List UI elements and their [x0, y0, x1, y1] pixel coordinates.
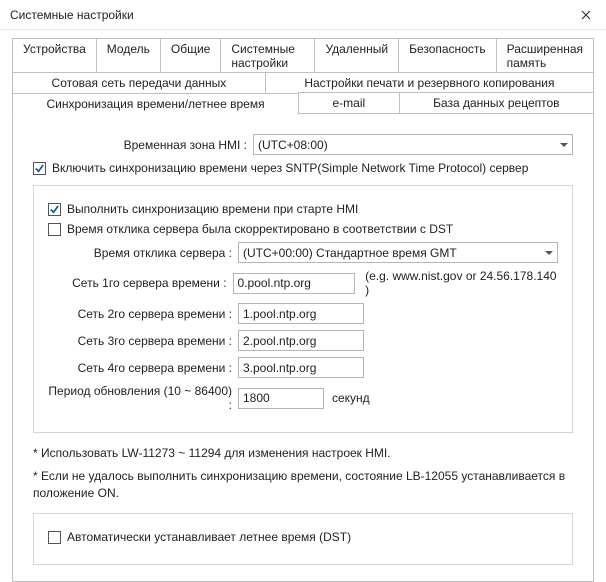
- tab-row-1: Устройства Модель Общие Системные настро…: [12, 38, 594, 73]
- tab-security[interactable]: Безопасность: [398, 38, 497, 73]
- tab-devices[interactable]: Устройства: [12, 38, 97, 73]
- tab-row-3: Синхронизация времени/летнее время e-mai…: [12, 92, 594, 114]
- close-icon: [581, 10, 591, 20]
- note-lw-range: * Использовать LW-11273 ~ 11294 для изме…: [33, 445, 573, 462]
- label-ts3: Сеть 3го сервера времени :: [48, 334, 238, 348]
- tab-time-sync[interactable]: Синхронизация времени/летнее время: [12, 93, 299, 115]
- input-ts3[interactable]: 2.pool.ntp.org: [238, 330, 364, 351]
- label-sync-on-start: Выполнить синхронизацию времени при стар…: [67, 202, 358, 216]
- tab-general[interactable]: Общие: [160, 38, 221, 73]
- row-auto-dst: Автоматически устанавливает летнее время…: [48, 530, 558, 544]
- select-resp-time[interactable]: (UTC+00:00) Стандартное время GMT: [238, 242, 558, 263]
- label-timezone: Временная зона HMI :: [33, 138, 253, 152]
- chevron-down-icon: [545, 251, 553, 255]
- checkbox-auto-dst[interactable]: [48, 531, 61, 544]
- hint-ts: (e.g. www.nist.gov or 24.56.178.140 ): [365, 269, 558, 297]
- checkbox-dst-corrected[interactable]: [48, 223, 61, 236]
- input-ts2[interactable]: 1.pool.ntp.org: [238, 303, 364, 324]
- check-icon: [49, 204, 60, 215]
- row-resp-time: Время отклика сервера : (UTC+00:00) Стан…: [48, 242, 558, 263]
- select-resp-time-value: (UTC+00:00) Стандартное время GMT: [243, 246, 457, 260]
- tab-row-2: Сотовая сеть передачи данных Настройки п…: [12, 72, 594, 93]
- label-period-unit: секунд: [332, 391, 370, 405]
- tab-remote[interactable]: Удаленный: [314, 38, 399, 73]
- check-icon: [34, 163, 45, 174]
- row-ts4: Сеть 4го сервера времени : 3.pool.ntp.or…: [48, 357, 558, 378]
- input-ts1-value: 0.pool.ntp.org: [238, 276, 311, 290]
- window-title: Системные настройки: [10, 8, 134, 22]
- label-ts1: Сеть 1го сервера времени :: [48, 276, 233, 290]
- close-button[interactable]: [566, 0, 606, 30]
- input-ts4[interactable]: 3.pool.ntp.org: [238, 357, 364, 378]
- row-ts2: Сеть 2го сервера времени : 1.pool.ntp.or…: [48, 303, 558, 324]
- label-resp-time: Время отклика сервера :: [48, 246, 238, 260]
- row-ts1: Сеть 1го сервера времени : 0.pool.ntp.or…: [48, 269, 558, 297]
- row-dst-corrected: Время отклика сервера была скорректирова…: [48, 222, 558, 236]
- tab-system-settings[interactable]: Системные настройки: [220, 38, 315, 73]
- group-dst: Автоматически устанавливает летнее время…: [33, 513, 573, 565]
- label-enable-sync: Включить синхронизацию времени через SNT…: [52, 161, 528, 175]
- label-period: Период обновления (10 ~ 86400) :: [48, 384, 238, 412]
- select-timezone[interactable]: (UTC+08:00): [253, 134, 573, 155]
- tab-print-backup[interactable]: Настройки печати и резервного копировани…: [265, 72, 594, 93]
- tab-cellular[interactable]: Сотовая сеть передачи данных: [12, 72, 266, 93]
- input-ts3-value: 2.pool.ntp.org: [243, 334, 316, 348]
- row-period: Период обновления (10 ~ 86400) : 1800 се…: [48, 384, 558, 412]
- label-ts4: Сеть 4го сервера времени :: [48, 361, 238, 375]
- group-sntp: Выполнить синхронизацию времени при стар…: [33, 185, 573, 433]
- checkbox-enable-sync[interactable]: [33, 162, 46, 175]
- tabs-area: Устройства Модель Общие Системные настро…: [0, 30, 606, 582]
- row-ts3: Сеть 3го сервера времени : 2.pool.ntp.or…: [48, 330, 558, 351]
- label-dst-corrected: Время отклика сервера была скорректирова…: [67, 222, 453, 236]
- input-ts1[interactable]: 0.pool.ntp.org: [233, 273, 356, 294]
- input-period[interactable]: 1800: [238, 388, 324, 409]
- row-enable-sync: Включить синхронизацию времени через SNT…: [33, 161, 573, 175]
- checkbox-sync-on-start[interactable]: [48, 203, 61, 216]
- tab-email[interactable]: e-mail: [298, 92, 400, 114]
- input-period-value: 1800: [243, 391, 270, 405]
- input-ts4-value: 3.pool.ntp.org: [243, 361, 316, 375]
- row-sync-on-start: Выполнить синхронизацию времени при стар…: [48, 202, 558, 216]
- note-lb-state: * Если не удалось выполнить синхронизаци…: [33, 468, 573, 502]
- input-ts2-value: 1.pool.ntp.org: [243, 307, 316, 321]
- tab-extended-memory[interactable]: Расширенная память: [496, 38, 594, 73]
- label-auto-dst: Автоматически устанавливает летнее время…: [67, 530, 351, 544]
- row-timezone: Временная зона HMI : (UTC+08:00): [33, 134, 573, 155]
- tab-recipe-db[interactable]: База данных рецептов: [399, 92, 594, 114]
- chevron-down-icon: [560, 143, 568, 147]
- tab-panel: Временная зона HMI : (UTC+08:00) Включит…: [12, 113, 594, 582]
- tab-model[interactable]: Модель: [96, 38, 161, 73]
- titlebar: Системные настройки: [0, 0, 606, 30]
- label-ts2: Сеть 2го сервера времени :: [48, 307, 238, 321]
- select-timezone-value: (UTC+08:00): [258, 138, 328, 152]
